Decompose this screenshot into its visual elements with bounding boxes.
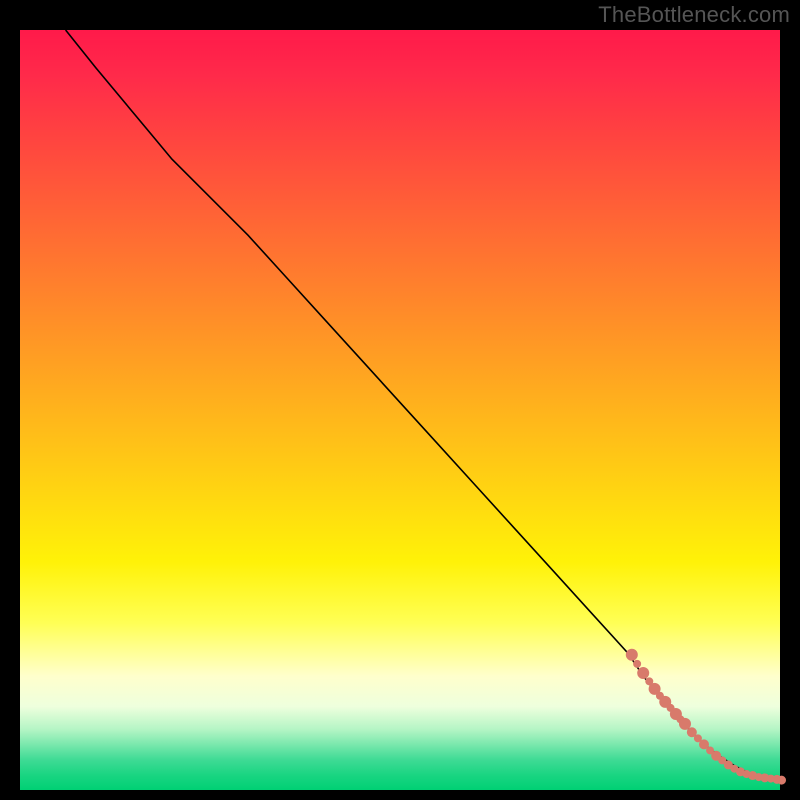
data-dot — [777, 776, 786, 785]
data-dots-group — [626, 649, 786, 785]
data-dot — [633, 660, 641, 668]
chart-plot-area — [20, 30, 780, 790]
watermark-text: TheBottleneck.com — [598, 2, 790, 28]
chart-svg — [20, 30, 780, 790]
data-dot — [637, 667, 649, 679]
bottleneck-curve — [66, 30, 780, 781]
data-dot — [626, 649, 638, 661]
